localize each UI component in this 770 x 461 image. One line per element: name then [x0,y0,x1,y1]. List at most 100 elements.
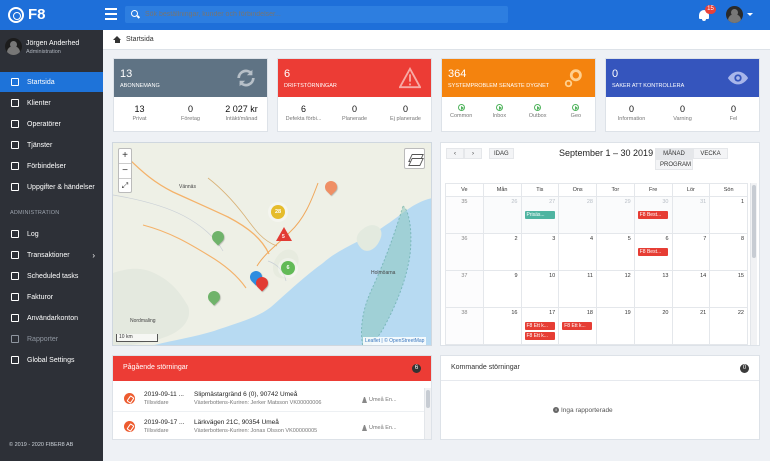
play-circle-icon [572,104,580,111]
sidebar-item-log[interactable]: Log [0,224,103,244]
calendar-month-grid: Ve Mån Tis Ons Tor Fre Lör Sön 35 26 27 P… [445,183,748,345]
chevron-down-icon[interactable] [747,13,753,16]
stat-card-subscriptions[interactable]: 13 ABONNEMANG 13 Privat 0 Företag 2 027 kr… [113,58,268,132]
calendar-day[interactable]: 11 [558,270,597,308]
admin-section-label: ADMINISTRATION [10,210,60,216]
calendar-day[interactable]: 1 [709,196,748,234]
calendar-day[interactable]: 2 [482,233,522,271]
calendar-month-view-button[interactable]: MÅNAD [655,148,693,159]
ongoing-scrollbar[interactable] [424,388,431,439]
calendar-event[interactable]: F8 Ett k... [524,332,555,340]
stat-card-system-problems[interactable]: 364 SYSTEMPROBLEM SENASTE DYGNET Common … [441,58,596,132]
map-attribution[interactable]: Leaflet | © OpenStreetMap [363,337,427,345]
calendar-event[interactable]: F8 Ett k... [524,322,555,330]
sidebar-item-startsida[interactable]: Startsida [0,72,103,92]
calendar-day[interactable]: 22 [709,307,748,345]
calendar-event[interactable]: F8 Best... [637,211,668,219]
metric-value: 2 027 kr [225,104,258,114]
calendar-event[interactable]: Prisäs... [524,211,555,219]
day-number: 18 [586,310,593,316]
calendar-day[interactable]: 9 [482,270,522,308]
scrollbar-thumb[interactable] [752,185,756,258]
calendar-day[interactable]: 15 [709,270,748,308]
calendar-day[interactable]: 28 [558,196,597,234]
metric-value: 0 [730,104,736,114]
top-bar: F8 15 [0,0,770,30]
calendar-day[interactable]: 19 [596,307,635,345]
calendar-day[interactable]: 5 [596,233,635,271]
calendar-today-button[interactable]: IDAG [489,148,514,159]
fullscreen-button[interactable]: ⤢ [119,179,131,194]
calendar-day[interactable]: 10 [520,270,560,308]
sidebar-item-transaktioner[interactable]: Transaktioner › [0,245,103,265]
calendar-day[interactable]: 16 [482,307,522,345]
zoom-out-button[interactable]: − [119,164,131,179]
calendar-day[interactable]: 13 [633,270,673,308]
weekday-header: Fre [633,183,673,197]
calendar-prev-button[interactable]: ‹ [446,148,464,159]
sidebar-item-klienter[interactable]: Klienter [0,93,103,113]
user-avatar[interactable] [726,6,743,23]
sidebar-item-uppgifter[interactable]: Uppgifter & händelser [0,177,103,197]
sidebar-item-forbindelser[interactable]: Förbindelser [0,156,103,176]
calendar-day[interactable]: 12 [596,270,635,308]
stat-card-disruptions[interactable]: 6 DRIFTSTÖRNINGAR 6 Defekta förbi... 0 Pla… [277,58,432,132]
stat-caption: ABONNEMANG [120,83,160,89]
sidebar-item-label: Log [27,230,39,238]
sidebar-item-label: Rapporter [27,335,59,343]
sidebar-item-fakturor[interactable]: Fakturor [0,287,103,307]
search-input[interactable] [125,6,508,23]
zoom-in-button[interactable]: + [119,149,131,164]
calendar-day[interactable]: 31 [671,196,711,234]
metric-label: Geo [570,113,582,119]
calendar-event[interactable]: F8 Ett k... [562,322,593,330]
calendar-event[interactable]: F8 Best... [637,248,668,256]
calendar-day[interactable]: 3 [520,233,560,271]
calendar-day[interactable]: 29 [596,196,635,234]
calendar-day[interactable]: 17 F8 Ett k... F8 Ett k... [520,307,560,345]
sidebar-item-global-settings[interactable]: Global Settings [0,350,103,370]
logo[interactable]: F8 [8,6,46,23]
calendar-day[interactable]: 26 [482,196,522,234]
calendar-day[interactable]: 14 [671,270,711,308]
layers-icon[interactable] [404,148,425,169]
calendar-scrollbar[interactable] [750,183,757,345]
calendar-day[interactable]: 8 [709,233,748,271]
calendar-week-view-button[interactable]: VECKA [693,148,728,159]
metric-value: 13 [134,104,145,114]
avatar [5,38,22,55]
table-row[interactable]: 2019-09-11 ... Tillsvidare Slipmästargrä… [113,385,425,412]
sidebar-item-scheduled-tasks[interactable]: Scheduled tasks [0,266,103,286]
upcoming-disruptions-title: Kommande störningar [451,364,520,371]
calendar-program-view-button[interactable]: PROGRAM [655,159,693,170]
calendar-day[interactable]: 6 F8 Best... [633,233,673,271]
stat-card-things-to-check[interactable]: 0 SAKER ATT KONTROLLERA 0 Information 0 Va… [605,58,760,132]
sidebar-item-rapporter[interactable]: Rapporter [0,329,103,349]
calendar-day[interactable]: 18 F8 Ett k... [558,307,597,345]
menu-icon[interactable] [105,8,117,20]
clock-icon [11,272,19,280]
eye-icon [727,71,749,85]
calendar-day[interactable]: 21 [671,307,711,345]
weekday-header: Mån [482,183,522,197]
sidebar-item-anvandarkonton[interactable]: Användarkonton [0,308,103,328]
sidebar-item-operatorer[interactable]: Operatörer [0,114,103,134]
stat-caption: DRIFTSTÖRNINGAR [284,83,337,89]
stat-header: 6 DRIFTSTÖRNINGAR [278,59,431,97]
metric-value: 0 [679,104,685,114]
home-icon[interactable] [113,36,121,43]
map[interactable]: Vännäs Holmöarna Nordmaling 28 6 5 [112,142,432,346]
calendar-day[interactable]: 27 Prisäs... [520,196,560,234]
calendar-day[interactable]: 20 [633,307,673,345]
calendar-next-button[interactable]: › [464,148,482,159]
calendar-day[interactable]: 4 [558,233,597,271]
map-cluster[interactable]: 28 [271,205,285,219]
calendar-day[interactable]: 30 F8 Best... [633,196,673,234]
scrollbar-thumb[interactable] [426,390,430,408]
sidebar-item-label: Startsida [27,78,55,86]
calendar-day[interactable]: 7 [671,233,711,271]
sidebar-item-tjanster[interactable]: Tjänster [0,135,103,155]
map-cluster[interactable]: 6 [281,261,295,275]
user-card[interactable]: Jörgen Anderhed Administration [5,38,79,55]
table-row[interactable]: 2019-09-17 ... Tillsvidare Lärkvägen 21C… [113,413,425,440]
